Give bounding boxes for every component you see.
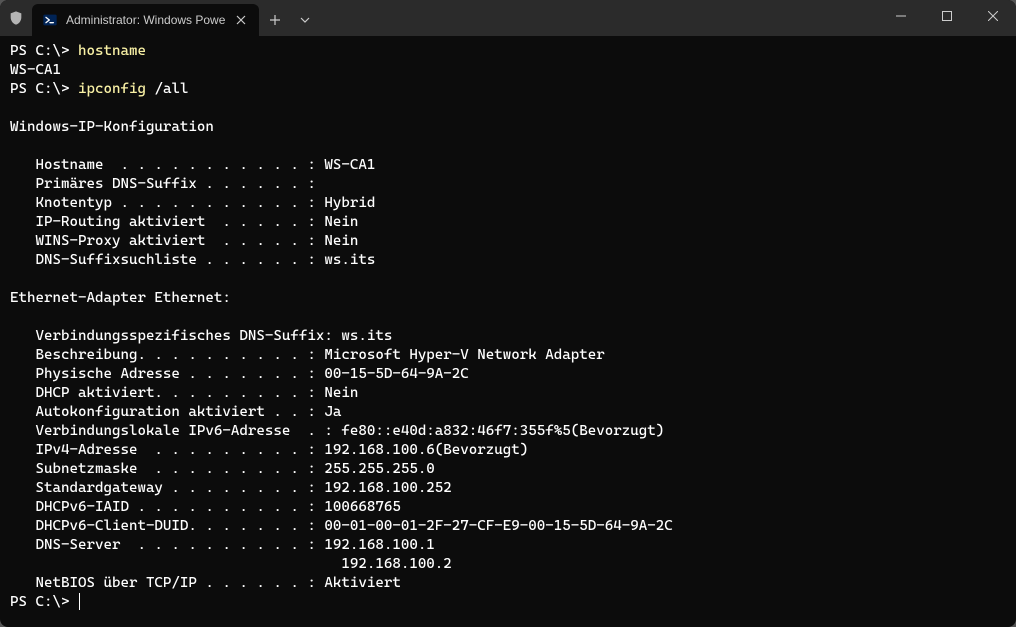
tab-close-button[interactable] [233, 12, 249, 28]
output-line: DNS-Server . . . . . . . . . . : 192.168… [10, 537, 435, 553]
output-line: WINS-Proxy aktiviert . . . . . : Nein [10, 233, 358, 249]
output-line: Beschreibung. . . . . . . . . . : Micros… [10, 347, 605, 363]
new-tab-button[interactable] [259, 4, 291, 36]
terminal-output[interactable]: PS C:\> hostname WS-CA1 PS C:\> ipconfig… [0, 36, 1016, 627]
command-arg: /all [154, 81, 188, 97]
tab-active[interactable]: Administrator: Windows Powe [32, 4, 259, 36]
output-line: Autokonfiguration aktiviert . . : Ja [10, 404, 341, 420]
shield-icon [0, 0, 32, 36]
tab-dropdown-button[interactable] [291, 4, 319, 36]
output-line: Verbindungsspezifisches DNS-Suffix: ws.i… [10, 328, 392, 344]
terminal-window: Administrator: Windows Powe [0, 0, 1016, 627]
output-line: IPv4-Adresse . . . . . . . . . : 192.168… [10, 442, 528, 458]
output-line: Physische Adresse . . . . . . . : 00-15-… [10, 366, 469, 382]
window-controls [878, 0, 1016, 36]
output-line: Subnetzmaske . . . . . . . . . : 255.255… [10, 461, 435, 477]
titlebar[interactable]: Administrator: Windows Powe [0, 0, 1016, 36]
output-line: Verbindungslokale IPv6-Adresse . : fe80:… [10, 423, 664, 439]
output-line: DHCPv6-IAID . . . . . . . . . . : 100668… [10, 499, 401, 515]
output-line: Hostname . . . . . . . . . . . : WS-CA1 [10, 157, 375, 173]
output-line: Ethernet-Adapter Ethernet: [10, 290, 231, 306]
output-line: NetBIOS über TCP/IP . . . . . . : Aktivi… [10, 575, 401, 591]
maximize-button[interactable] [924, 0, 970, 32]
cursor [79, 593, 80, 610]
output-line: Windows-IP-Konfiguration [10, 119, 214, 135]
titlebar-left: Administrator: Windows Powe [0, 0, 319, 36]
output-line: DHCP aktiviert. . . . . . . . . : Nein [10, 385, 358, 401]
prompt: PS C:\> [10, 81, 69, 97]
tab-title: Administrator: Windows Powe [66, 13, 225, 27]
powershell-icon [42, 12, 58, 28]
command-ipconfig: ipconfig [78, 81, 146, 97]
output-line: DHCPv6-Client-DUID. . . . . . . : 00-01-… [10, 518, 673, 534]
output-line: Standardgateway . . . . . . . . : 192.16… [10, 480, 452, 496]
prompt: PS C:\> [10, 43, 69, 59]
close-window-button[interactable] [970, 0, 1016, 32]
output-line: 192.168.100.2 [10, 556, 452, 572]
minimize-button[interactable] [878, 0, 924, 32]
output-line: Primäres DNS-Suffix . . . . . . : [10, 176, 316, 192]
output-line: DNS-Suffixsuchliste . . . . . . : ws.its [10, 252, 375, 268]
titlebar-drag-area[interactable] [319, 0, 878, 36]
output-line: Knotentyp . . . . . . . . . . . : Hybrid [10, 195, 375, 211]
output-line: IP-Routing aktiviert . . . . . : Nein [10, 214, 358, 230]
output-line: WS-CA1 [10, 62, 61, 78]
command-hostname: hostname [78, 43, 146, 59]
prompt: PS C:\> [10, 594, 69, 610]
